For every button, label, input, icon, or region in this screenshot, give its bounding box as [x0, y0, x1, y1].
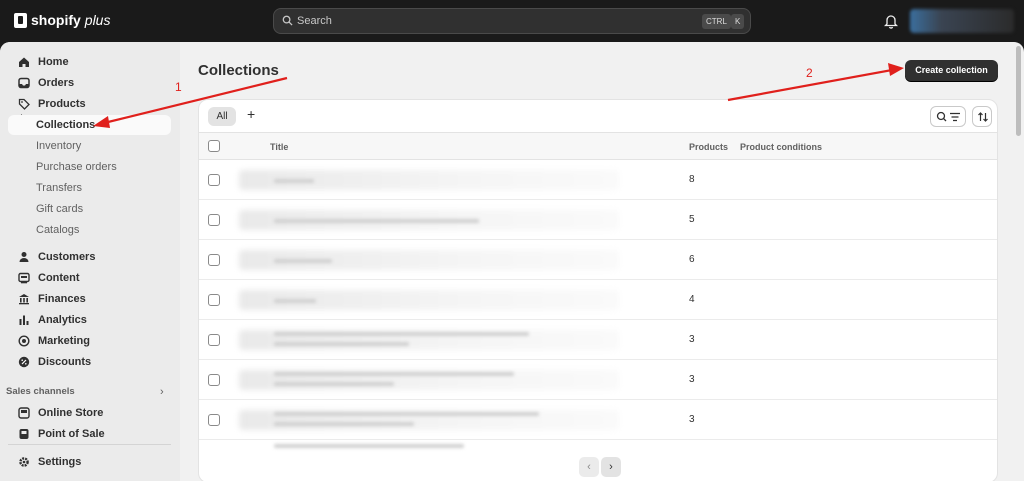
annotation-number-2: 2: [806, 66, 813, 80]
arrow-2-head: [888, 63, 904, 76]
arrow-1-head: [93, 116, 110, 128]
arrow-1-line: [103, 76, 288, 125]
annotation-arrows: [93, 63, 904, 128]
annotation-number-1: 1: [175, 80, 182, 94]
